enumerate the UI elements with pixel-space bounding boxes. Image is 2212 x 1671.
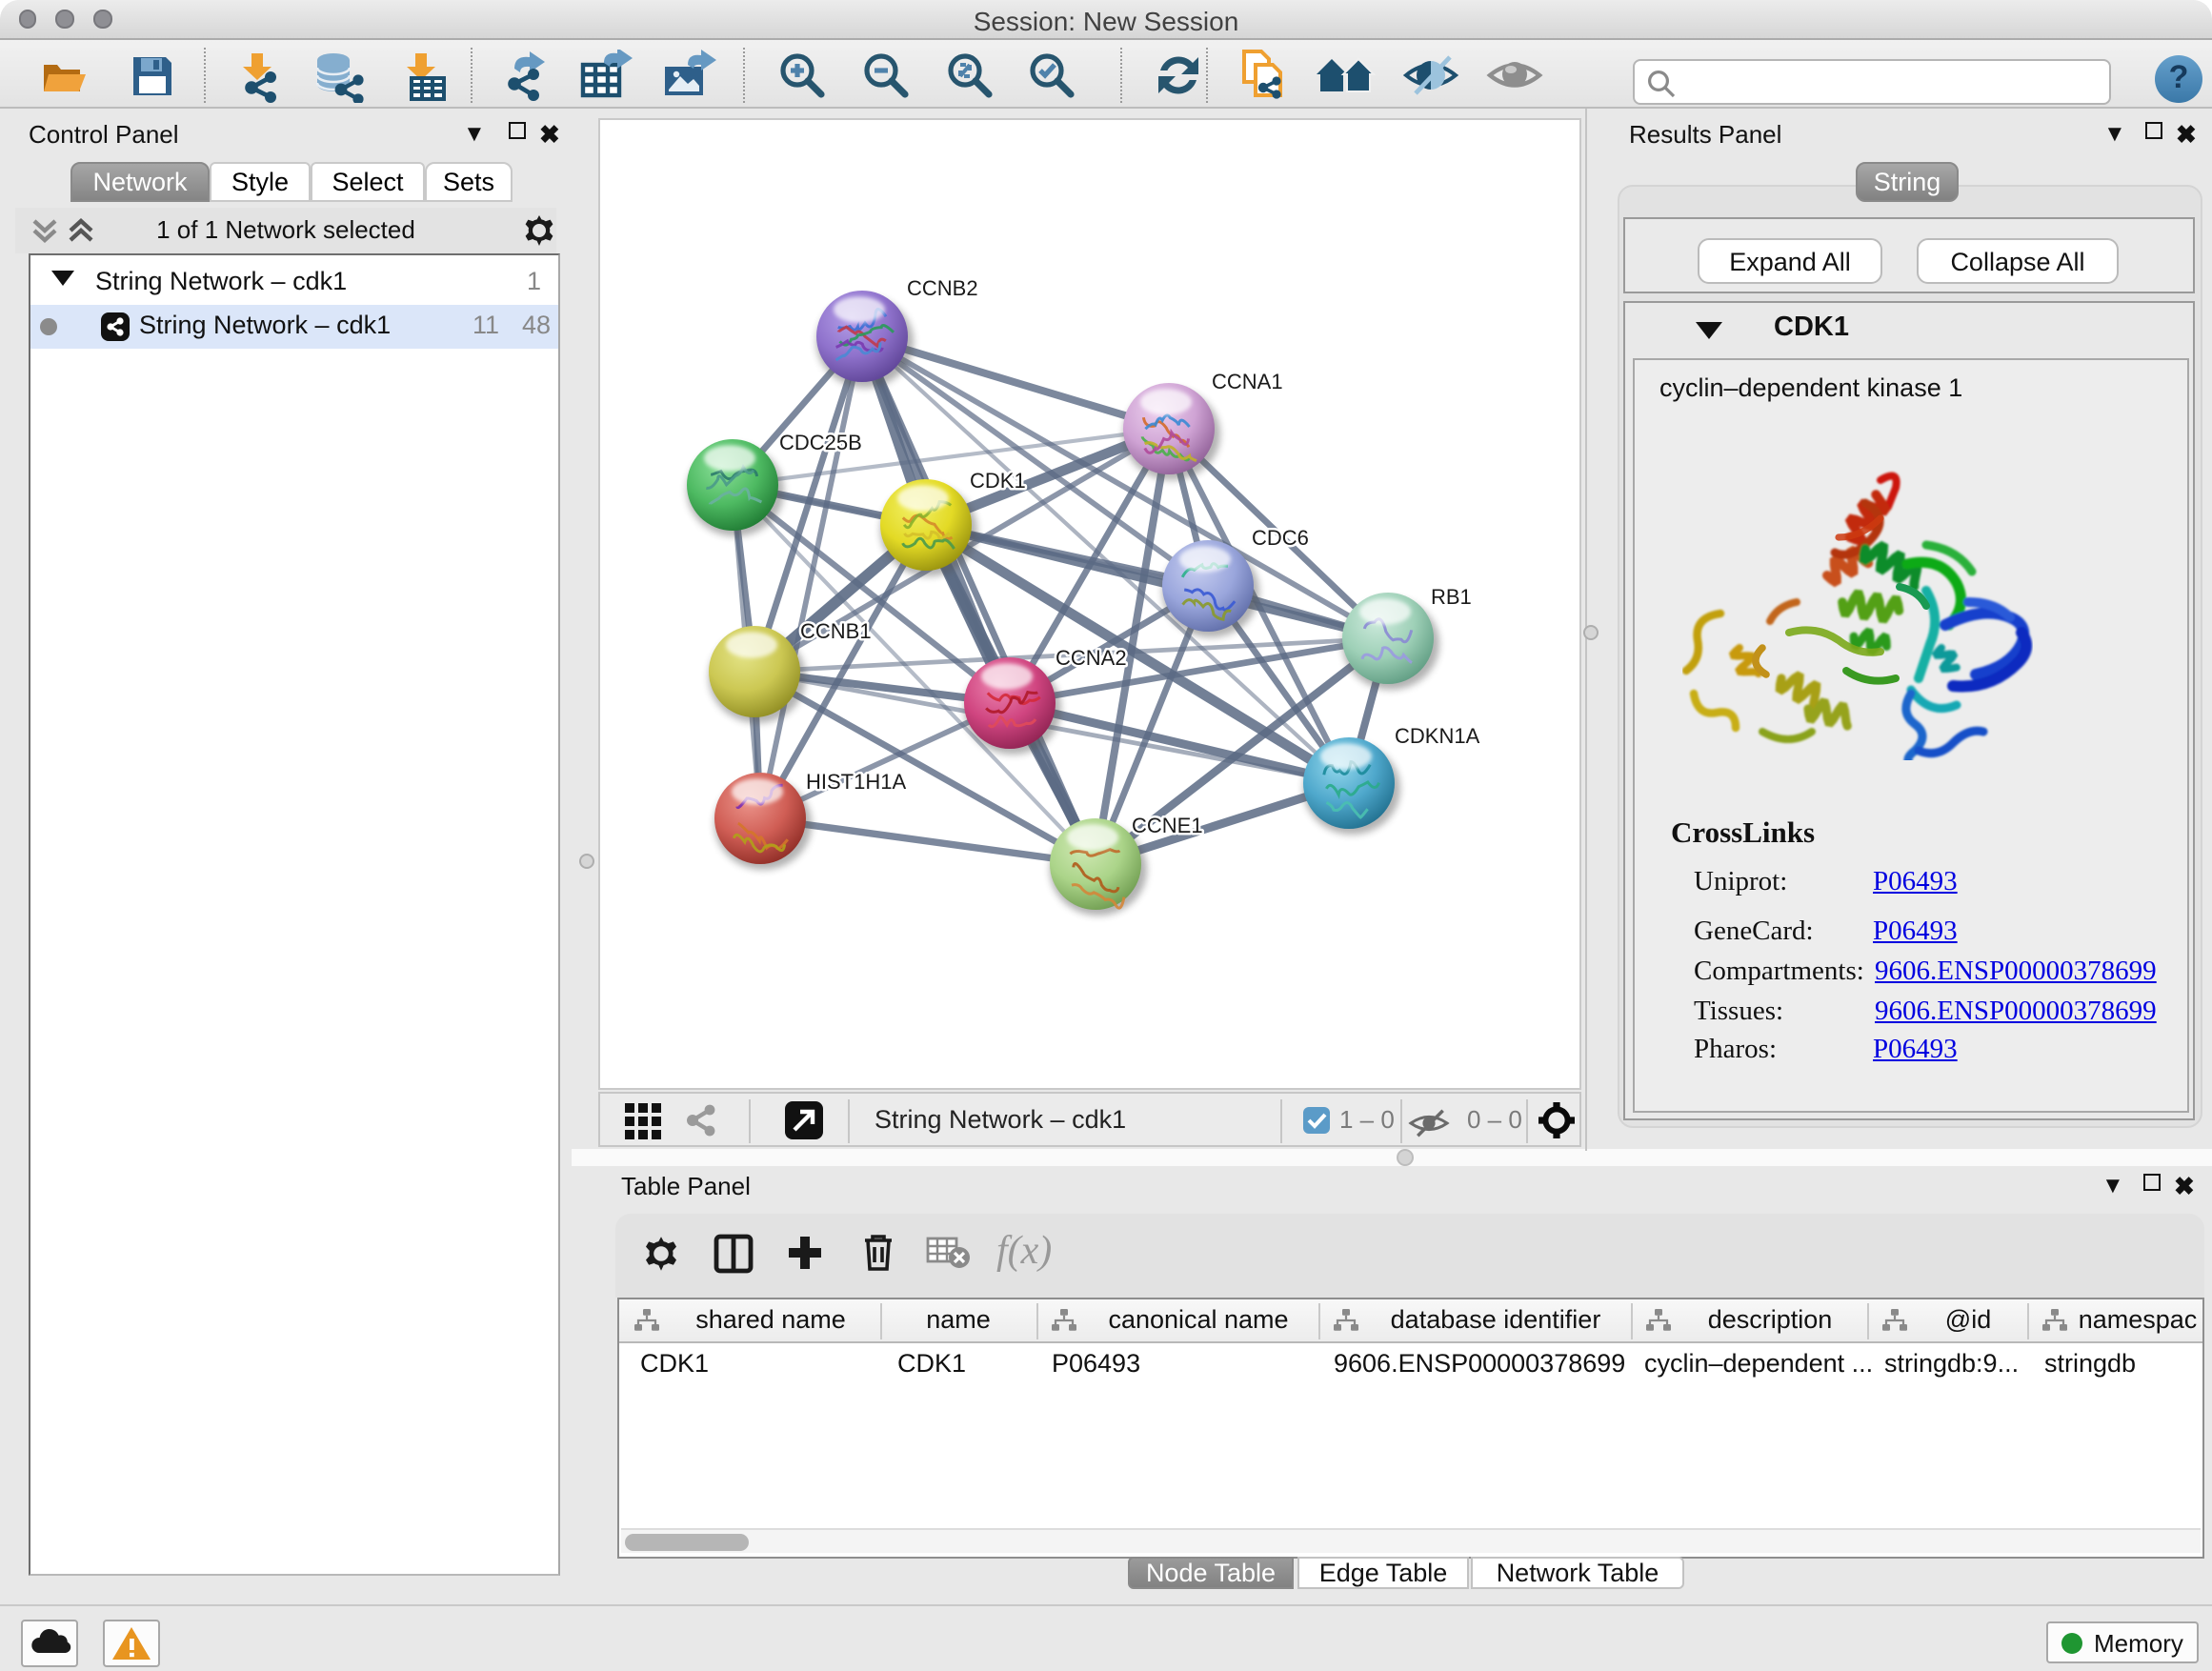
svg-text:HIST1H1A: HIST1H1A <box>806 770 906 794</box>
svg-text:CCNE1: CCNE1 <box>1132 814 1203 837</box>
svg-text:CCNA2: CCNA2 <box>1056 646 1127 670</box>
svg-text:RB1: RB1 <box>1431 585 1472 609</box>
svg-text:CDKN1A: CDKN1A <box>1395 724 1480 748</box>
svg-text:CDK1: CDK1 <box>970 469 1026 493</box>
svg-text:CCNB1: CCNB1 <box>800 619 872 643</box>
svg-text:CCNB2: CCNB2 <box>907 276 978 300</box>
svg-text:CCNA1: CCNA1 <box>1212 370 1283 393</box>
svg-text:CDC6: CDC6 <box>1252 526 1309 550</box>
svg-text:CDC25B: CDC25B <box>779 431 862 454</box>
